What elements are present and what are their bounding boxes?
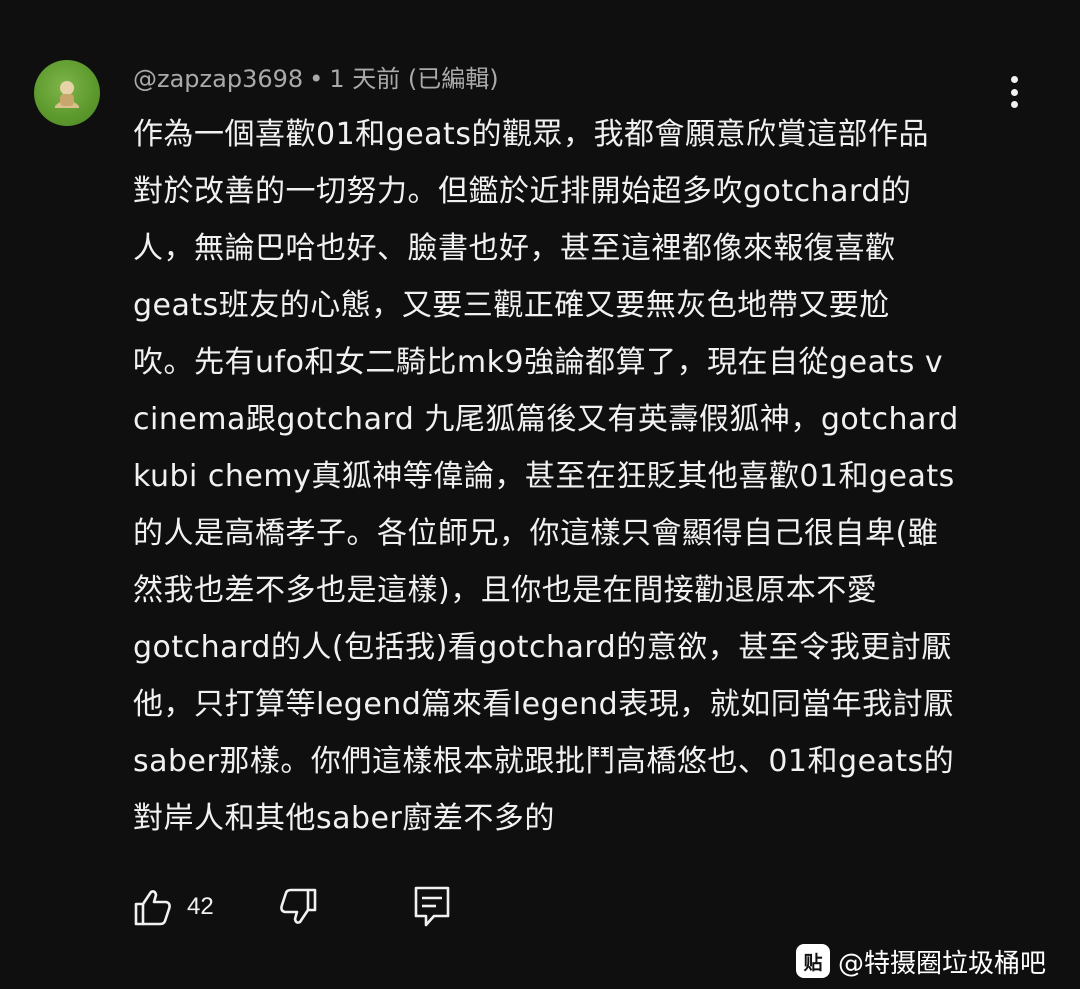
more-vertical-icon (1010, 76, 1018, 83)
comment-text: 作為一個喜歡01和geats的觀眾，我都會願意欣賞這部作品 對於改善的一切努力。… (133, 106, 1033, 847)
reply-button[interactable] (414, 886, 450, 928)
thumbs-up-icon (134, 890, 171, 926)
comment-reply-icon (414, 886, 450, 927)
comment-line: kubi chemy真狐神等偉論，甚至在狂貶其他喜歡01和geats (133, 459, 955, 494)
watermark-logo-icon: 贴 (796, 944, 830, 978)
edited-label: (已編輯) (407, 65, 499, 93)
comment-line: 對於改善的一切努力。但鑑於近排開始超多吹gotchard的 (133, 174, 912, 209)
comment-actions: 42 (133, 882, 450, 932)
comment-meta: @zapzap3698 • 1 天前 (已編輯) (133, 62, 499, 96)
watermark: 贴 @特摄圈垃圾桶吧 (796, 940, 1046, 982)
author-avatar[interactable] (34, 60, 100, 126)
comment-line: 吹。先有ufo和女二騎比mk9強論都算了，現在自從geats v (133, 345, 944, 380)
comment-line: 作為一個喜歡01和geats的觀眾，我都會願意欣賞這部作品 (133, 117, 929, 152)
comment-line: 然我也差不多也是這樣)，且你也是在間接勸退原本不愛 (133, 573, 878, 608)
comment-line: 他，只打算等legend篇來看legend表現，就如同當年我討厭 (133, 687, 954, 722)
comment-line: 的人是高橋孝子。各位師兄，你這樣只會顯得自己很自卑(雖 (133, 516, 939, 551)
comment-time: 1 天前 (329, 65, 401, 93)
meta-separator: • (309, 65, 324, 93)
author-handle[interactable]: @zapzap3698 (133, 65, 303, 93)
comment-line: gotchard的人(包括我)看gotchard的意欲，甚至令我更討厭 (133, 630, 952, 665)
comment-line: cinema跟gotchard 九尾狐篇後又有英壽假狐神，gotchard (133, 402, 959, 437)
like-button[interactable]: 42 (133, 887, 214, 927)
like-count: 42 (187, 893, 214, 920)
comment-line: geats班友的心態，又要三觀正確又要無灰色地帶又要尬 (133, 288, 890, 323)
comment-line: 對岸人和其他saber廚差不多的 (133, 801, 555, 836)
watermark-text: @特摄圈垃圾桶吧 (838, 948, 1047, 979)
comment-line: saber那樣。你們這樣根本就跟批鬥高橋悠也、01和geats的 (133, 744, 955, 779)
comment-line: 人，無論巴哈也好、臉書也好，甚至這裡都像來報復喜歡 (133, 231, 896, 266)
more-vertical-icon-dot (1010, 88, 1018, 96)
dislike-button[interactable] (278, 887, 318, 927)
avatar-figure-icon (55, 81, 79, 108)
thumbs-down-icon (279, 888, 317, 924)
